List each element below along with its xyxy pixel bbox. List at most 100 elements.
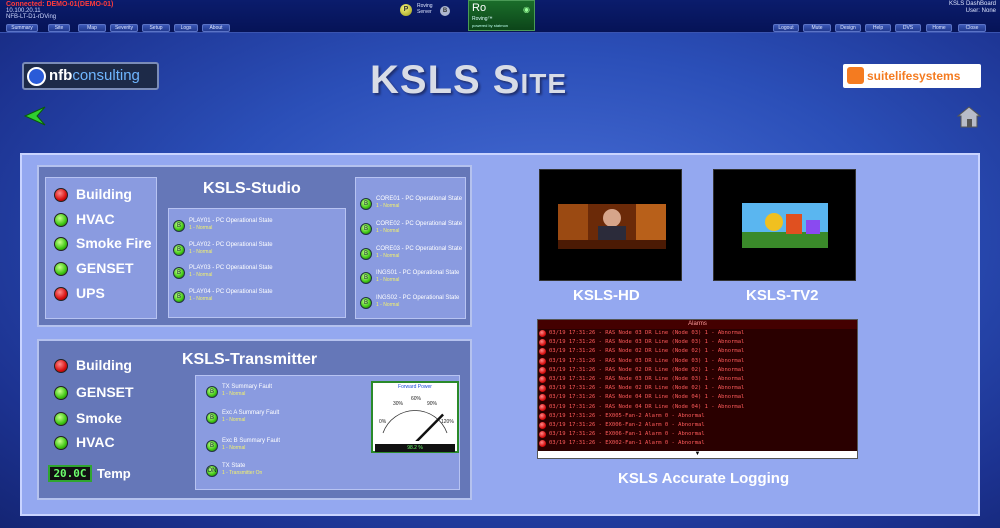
nav-dvs-button[interactable]: DVS	[895, 24, 921, 32]
status-state: 1 - Normal	[376, 228, 400, 234]
status-name: CORE02 - PC Operational State	[376, 221, 463, 227]
nav-design-button[interactable]: Design	[835, 24, 861, 32]
alarm-icon	[539, 385, 546, 393]
alarm-text: 03/19 17:31:26 - RAS Node 03 DR Line (No…	[549, 375, 745, 382]
alarm-text: 03/19 17:31:26 - EX005-Fan-2 Alarm 0 - A…	[549, 412, 705, 419]
alarm-log-row[interactable]: 03/19 17:31:26 - RAS Node 02 DR Line (No…	[538, 384, 857, 393]
status-led-icon	[54, 436, 68, 450]
nav-setup-button[interactable]: Setup	[142, 24, 170, 32]
status-label: Building	[76, 357, 132, 373]
nav-severity-button[interactable]: Severity	[110, 24, 138, 32]
nav-logout-button[interactable]: Logout	[773, 24, 799, 32]
status-name: Exc B Summary Fault	[222, 438, 281, 444]
home-icon[interactable]	[957, 106, 981, 128]
alarm-text: 03/19 17:31:26 - RAS Node 04 DR Line (No…	[549, 394, 745, 401]
video-ksls-tv2-frame	[742, 203, 828, 248]
forward-power-gauge[interactable]: Forward Power 0% 30% 60% 90% 120% 98.2 %	[371, 381, 459, 453]
status-led-icon: B	[206, 440, 218, 452]
status-name: CORE01 - PC Operational State	[376, 196, 463, 202]
gauge-needle	[415, 413, 444, 441]
alarm-text: 03/19 17:31:26 - EX006-Fan-1 Alarm 0 - A…	[549, 431, 705, 438]
alarm-text: 03/19 17:31:26 - RAS Node 04 DR Line (No…	[549, 403, 745, 410]
video-ksls-hd-frame	[558, 204, 666, 249]
alarm-log-header: Alarms	[538, 320, 857, 329]
alarm-log-row[interactable]: 03/19 17:31:26 - RAS Node 02 DR Line (No…	[538, 366, 857, 375]
video-ksls-hd-label: KSLS-HD	[573, 287, 640, 304]
server-b-icon[interactable]: B	[440, 6, 450, 16]
roving-badge[interactable]: Ro Roving™ powered by statmon ◉	[468, 0, 535, 31]
status-led-icon	[54, 213, 68, 227]
status-led-icon: B	[206, 386, 218, 398]
connection-status: Connected: DEMO-01(DEMO-01)	[6, 1, 114, 8]
alarm-icon	[539, 394, 546, 402]
roving-powered: powered by statmon	[472, 23, 509, 28]
status-name: PLAY04 - PC Operational State	[189, 289, 273, 295]
roving-subtitle: Roving™	[472, 16, 493, 22]
status-state: 1 - Normal	[189, 249, 213, 255]
temperature-label: Temp	[97, 466, 131, 481]
status-name: PLAY03 - PC Operational State	[189, 265, 273, 271]
alarm-log-row[interactable]: 03/19 17:31:26 - RAS Node 03 DR Line (No…	[538, 329, 857, 338]
status-led-icon	[54, 188, 68, 202]
status-name: TX State	[222, 463, 246, 469]
alarm-log-row[interactable]: 03/19 17:31:26 - EX006-Fan-2 Alarm 0 - A…	[538, 421, 857, 430]
back-arrow-icon[interactable]	[23, 106, 47, 126]
alarm-log-row[interactable]: 03/19 17:31:26 - RAS Node 03 DR Line (No…	[538, 338, 857, 347]
alarm-log[interactable]: Alarms 03/19 17:31:26 - RAS Node 03 DR L…	[537, 319, 858, 459]
alarm-icon	[539, 421, 546, 429]
suitelife-logo-text: suitelifesystems	[867, 69, 961, 83]
nav-map-button[interactable]: Map	[78, 24, 106, 32]
gauge-reading: 98.2 %	[375, 444, 455, 452]
status-led-icon: B	[360, 198, 372, 210]
nfb-logo-text-b: consulting	[72, 67, 140, 84]
status-led-icon: B	[206, 412, 218, 424]
status-state: 1 - Normal	[376, 277, 400, 283]
status-label: UPS	[76, 285, 105, 301]
status-label: HVAC	[76, 211, 115, 227]
alarm-log-row[interactable]: 03/19 17:31:26 - RAS Node 03 DR Line (No…	[538, 375, 857, 384]
video-ksls-hd[interactable]	[539, 169, 682, 281]
alarm-log-row[interactable]: 03/19 17:31:26 - RAS Node 02 DR Line (No…	[538, 347, 857, 356]
status-name: PLAY01 - PC Operational State	[189, 218, 273, 224]
alarm-log-row[interactable]: 03/19 17:31:26 - EX005-Fan-2 Alarm 0 - A…	[538, 412, 857, 421]
status-state: 1 - Normal	[222, 417, 246, 423]
nav-about-button[interactable]: About	[202, 24, 230, 32]
gauge-dial: 0% 30% 60% 90% 120%	[379, 396, 454, 441]
alarm-log-row[interactable]: 03/19 17:31:26 - RAS Node 04 DR Line (No…	[538, 393, 857, 402]
alarm-icon	[539, 366, 546, 374]
alarm-icon	[539, 375, 546, 383]
dashboard-title: KSLS DashBoard	[948, 1, 996, 7]
status-name: TX Summary Fault	[222, 384, 273, 390]
current-user: User: None	[965, 8, 996, 14]
nfb-consulting-logo: nfbconsulting	[22, 62, 159, 90]
nfb-logo-text-a: nfb	[49, 67, 73, 84]
nav-summary-button[interactable]: Summary	[6, 24, 38, 32]
status-name: Exc A Summary Fault	[222, 410, 280, 416]
server-status-icon[interactable]: P	[400, 4, 412, 16]
video-ksls-tv2-label: KSLS-TV2	[746, 287, 819, 304]
suitelife-logo-mark	[847, 67, 864, 84]
nav-logs-button[interactable]: Logs	[174, 24, 198, 32]
nav-help-button[interactable]: Help	[865, 24, 891, 32]
alarm-icon	[539, 431, 546, 439]
connection-host: NFB-LT-D1-rDVing	[6, 14, 57, 20]
alarm-log-row[interactable]: 03/19 17:31:26 - RAS Node 04 DR Line (No…	[538, 403, 857, 412]
video-ksls-tv2[interactable]	[713, 169, 856, 281]
status-led-icon: B	[173, 267, 185, 279]
nav-home-button[interactable]: Home	[926, 24, 952, 32]
server-label-2: Server	[417, 9, 432, 15]
alarm-text: 03/19 17:31:26 - EX006-Fan-2 Alarm 0 - A…	[549, 421, 705, 428]
gauge-tick-2: 60%	[411, 396, 422, 402]
nav-mute-button[interactable]: Mute	[803, 24, 831, 32]
scroll-down-icon[interactable]: ▼	[538, 451, 857, 458]
status-led-icon	[54, 386, 68, 400]
server-status-text: Roving Server	[417, 3, 433, 15]
alarm-log-row[interactable]: 03/19 17:31:26 - EX002-Fan-1 Alarm 0 - A…	[538, 439, 857, 448]
status-state: 1 - Normal	[222, 391, 246, 397]
nav-site-button[interactable]: Site	[48, 24, 70, 32]
status-state: 1 - Normal	[189, 225, 213, 231]
status-led-icon	[54, 262, 68, 276]
nav-close-button[interactable]: Close	[958, 24, 986, 32]
alarm-log-row[interactable]: 03/19 17:31:26 - RAS Node 03 DR Line (No…	[538, 357, 857, 366]
alarm-log-row[interactable]: 03/19 17:31:26 - EX006-Fan-1 Alarm 0 - A…	[538, 430, 857, 439]
